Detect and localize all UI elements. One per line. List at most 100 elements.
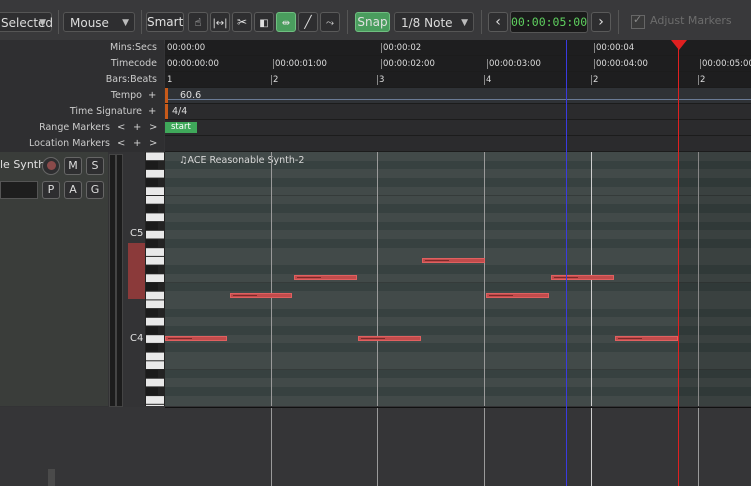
white-key[interactable] [146,361,164,369]
black-key[interactable] [146,370,158,378]
toolbar-divider [58,10,59,34]
nudge-backward-button[interactable]: ‹ [488,12,508,32]
black-key[interactable] [146,309,158,317]
white-key[interactable] [146,317,164,326]
bars-beats-ruler[interactable]: 1 2 3 4 2 2 [165,72,751,88]
piano-keyboard[interactable] [145,152,165,413]
midi-note[interactable] [615,336,678,341]
white-key[interactable] [146,300,164,309]
white-key[interactable] [146,213,164,222]
smart-label: Smart [147,15,184,29]
white-key[interactable] [146,187,164,195]
midi-note[interactable] [486,293,549,298]
white-key[interactable] [146,230,164,239]
white-key[interactable] [146,291,164,300]
hand-icon: ☝ [194,16,202,29]
tempo-marker[interactable] [165,88,168,103]
add-meter-button[interactable]: + [148,106,156,117]
white-key[interactable] [146,248,164,256]
white-key[interactable] [146,352,164,361]
white-key[interactable] [146,404,164,413]
content-tool-button[interactable]: ⤳ [320,12,340,32]
location-prev-button[interactable]: < [117,138,125,149]
grid-type-dropdown[interactable]: 1/8 Note ▼ [394,12,474,32]
note-lane[interactable] [165,404,751,406]
timeline-rulers[interactable]: 00:00:00 00:00:02 00:00:04 00:00:00:00 0… [165,40,751,152]
white-key[interactable] [146,169,164,178]
edit-point-line[interactable] [566,40,567,486]
gain-slider[interactable] [0,181,38,199]
range-next-button[interactable]: > [149,122,157,133]
black-key[interactable] [146,161,158,169]
black-key[interactable] [146,178,158,187]
range-add-button[interactable]: + [133,122,141,133]
mins-secs-ruler[interactable]: 00:00:00 00:00:02 00:00:04 [165,40,751,56]
solo-button[interactable]: S [86,157,104,175]
location-markers-ruler[interactable] [165,136,751,152]
timecode-ruler[interactable]: 00:00:00:00 00:00:01:00 00:00:02:00 00:0… [165,56,751,72]
playhead-line[interactable] [678,40,679,486]
meter-ruler[interactable]: 4/4 [165,104,751,120]
white-key[interactable] [146,335,164,343]
midi-note[interactable] [551,275,614,280]
playlist-button[interactable]: P [42,181,60,199]
white-key[interactable] [146,196,164,204]
stretch-tool-button[interactable]: ◧ [254,12,274,32]
smart-mode-button[interactable]: Smart [146,12,184,32]
record-enable-button[interactable] [42,157,60,175]
bars-beats-label: Bars:Beats [105,74,157,85]
white-key[interactable] [146,274,164,282]
chevron-left-icon: ‹ [495,14,501,30]
midi-note[interactable] [294,275,357,280]
automation-button[interactable]: A [64,181,82,199]
white-key[interactable] [146,396,164,404]
adjust-markers-checkbox[interactable]: ✓ [631,13,645,29]
piano-keys-svg[interactable] [145,152,165,413]
white-key[interactable] [146,256,164,265]
add-tempo-button[interactable]: + [148,90,156,101]
mute-button[interactable]: M [64,157,82,175]
midi-region[interactable]: ♫ACE Reasonable Synth-2 [165,152,751,406]
draw-tool-button[interactable]: ╱ [298,12,318,32]
range-tool-button[interactable]: |↔| [210,12,230,32]
nudge-clock[interactable]: 00:00:05:00 [510,11,588,33]
black-key[interactable] [146,222,158,230]
midi-note[interactable] [165,336,227,341]
tempo-ruler[interactable]: 60.6 [165,88,751,104]
beat-gridline [377,407,378,486]
nudge-forward-button[interactable]: › [591,12,611,32]
black-key[interactable] [146,239,158,248]
black-key[interactable] [146,343,158,352]
midi-note[interactable] [422,258,485,263]
midi-note[interactable] [230,293,292,298]
range-markers-ruler[interactable]: start [165,120,751,136]
location-add-button[interactable]: + [133,138,141,149]
empty-track-area[interactable] [0,407,751,486]
edit-point-dropdown[interactable]: Mouse ▼ [63,12,135,32]
black-key[interactable] [146,204,158,213]
playhead-marker-icon[interactable] [671,40,687,50]
snap-button[interactable]: Snap [355,12,390,32]
range-prev-button[interactable]: < [117,122,125,133]
toolbar-divider [481,10,482,34]
black-key[interactable] [146,387,158,396]
grab-tool-button[interactable]: ☝ [188,12,208,32]
white-key[interactable] [146,378,164,387]
scroll-handle[interactable] [48,469,55,486]
selection-dropdown[interactable]: Selected ▼ [0,12,53,32]
check-icon: ✓ [633,13,643,26]
cut-tool-button[interactable]: ✂ [232,12,252,32]
internal-edit-tool-button[interactable]: ⇹ [276,12,296,32]
nudge-clock-value: 00:00:05:00 [511,15,588,29]
white-key[interactable] [146,152,164,161]
track-name[interactable]: le Synth [0,158,45,171]
meter-marker[interactable] [165,104,168,119]
location-next-button[interactable]: > [149,138,157,149]
black-key[interactable] [146,265,158,274]
black-key[interactable] [146,326,158,335]
group-button[interactable]: G [86,181,104,199]
range-start-marker[interactable]: start [165,122,197,133]
midi-note[interactable] [358,336,421,341]
black-key[interactable] [146,283,158,291]
track-header[interactable]: le Synth M S P A G [0,152,108,406]
